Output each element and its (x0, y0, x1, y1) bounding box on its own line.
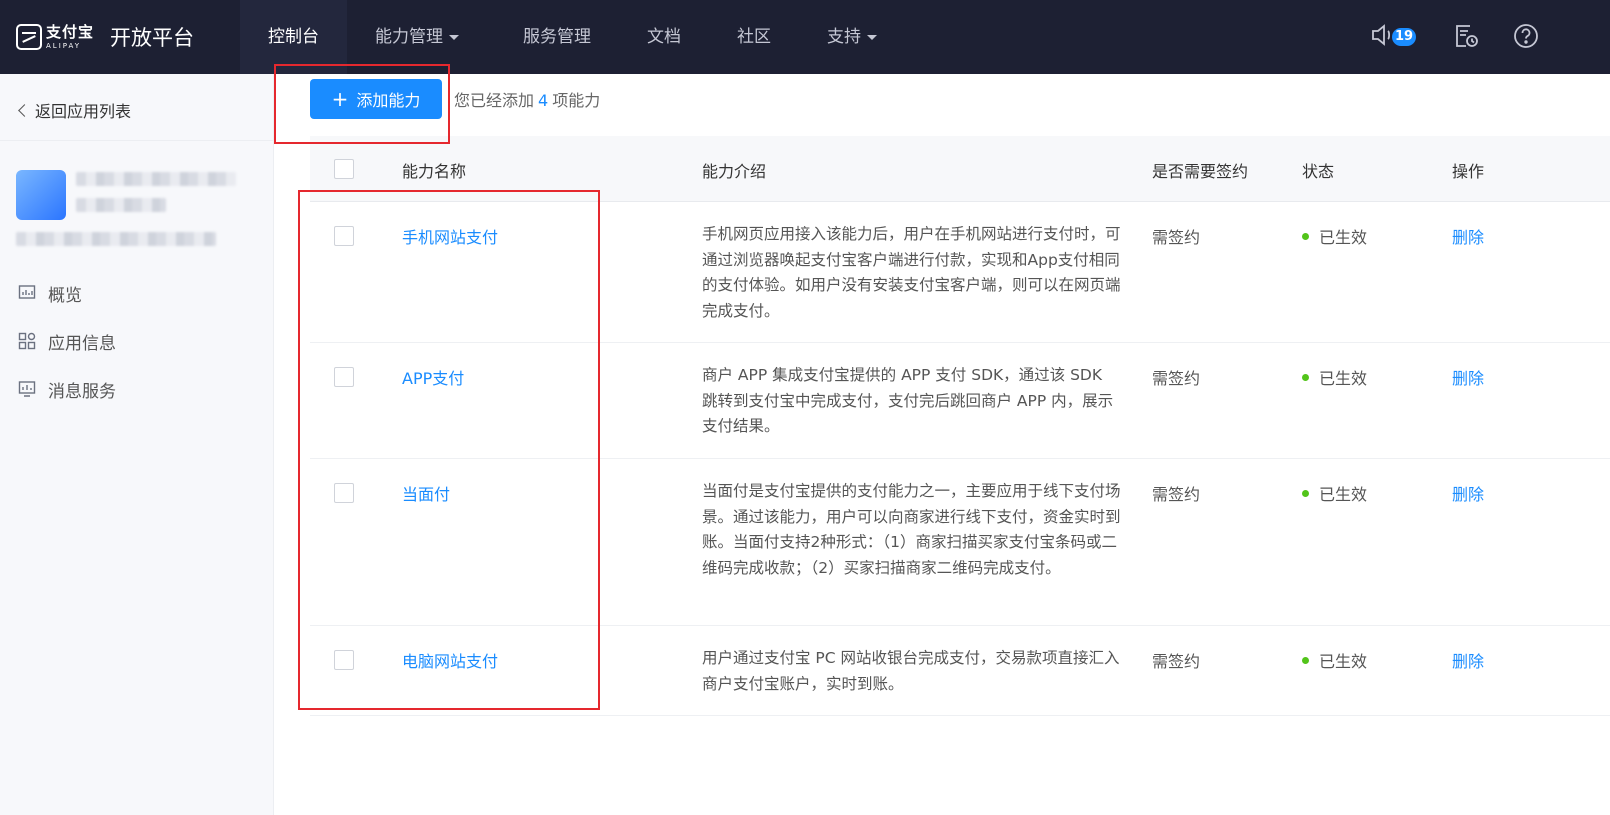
status-badge: 已生效 (1302, 648, 1367, 672)
sidebar-item-message-service[interactable]: 消息服务 (18, 376, 116, 402)
platform-title: 开放平台 (110, 26, 195, 50)
top-navbar: 支付宝 ALIPAY 开放平台 控制台 能力管理 服务管理 文档 社区 支持 1… (0, 0, 1610, 74)
delete-link[interactable]: 删除 (1452, 224, 1484, 248)
main-content: + 添加能力 您已经添加 4 项能力 能力名称 能力介绍 是否需要签约 状态 操作 … (274, 64, 1610, 815)
nav-service-label: 服务管理 (523, 27, 591, 47)
nav-capability-management[interactable]: 能力管理 (347, 0, 487, 74)
capability-description: 当面付是支付宝提供的支付能力之一，主要应用于线下支付场景。通过该能力，用户可以向… (702, 482, 1121, 577)
todo-button[interactable] (1452, 22, 1482, 52)
document-clock-icon (1456, 25, 1478, 47)
status-badge: 已生效 (1302, 224, 1367, 248)
brand[interactable]: 支付宝 ALIPAY 开放平台 (16, 20, 194, 54)
sidebar-divider (0, 140, 274, 141)
app-type-redacted (76, 198, 166, 212)
brand-text: 支付宝 ALIPAY (46, 22, 95, 50)
chevron-left-icon (18, 103, 31, 117)
column-header-name: 能力名称 (402, 162, 467, 181)
delete-link[interactable]: 删除 (1452, 648, 1484, 672)
status-label: 已生效 (1319, 228, 1368, 247)
app-avatar (16, 170, 66, 220)
notification-badge: 19 (1392, 28, 1417, 46)
sidebar-menu: 概览 应用信息 消息服务 (18, 280, 116, 424)
column-header-op: 操作 (1452, 162, 1485, 181)
brand-name-cn: 支付宝 (46, 22, 95, 41)
added-capability-summary: 您已经添加 4 项能力 (454, 87, 600, 111)
nav-docs[interactable]: 文档 (619, 0, 709, 74)
nav-support[interactable]: 支持 (799, 0, 905, 74)
sidebar-item-label: 消息服务 (48, 381, 116, 402)
nav-console-label: 控制台 (268, 27, 319, 47)
capability-description: 商户 APP 集成支付宝提供的 APP 支付 SDK，通过该 SDK 跳转到支付… (702, 366, 1114, 435)
status-dot-icon (1302, 656, 1309, 664)
nav-service-management[interactable]: 服务管理 (487, 0, 619, 74)
chart-icon (18, 285, 36, 299)
highlight-box-capability-names (298, 190, 600, 710)
column-header-sign: 是否需要签约 (1152, 162, 1249, 181)
main-nav: 控制台 能力管理 服务管理 文档 社区 支持 (240, 0, 905, 74)
brand-name-en: ALIPAY (46, 41, 82, 50)
nav-capability-label: 能力管理 (375, 27, 443, 47)
status-label: 已生效 (1319, 485, 1368, 504)
sidebar-item-overview[interactable]: 概览 (18, 280, 116, 306)
status-label: 已生效 (1319, 652, 1368, 671)
sidebar: 返回应用列表 概览 应用信息 消息服务 (0, 74, 274, 815)
select-all-checkbox[interactable] (334, 159, 354, 179)
summary-prefix: 您已经添加 (454, 91, 535, 110)
alipay-logo-icon (16, 24, 42, 50)
status-dot-icon (1302, 489, 1309, 497)
help-icon (1514, 24, 1538, 48)
delete-link[interactable]: 删除 (1452, 365, 1484, 389)
summary-suffix: 项能力 (552, 91, 601, 110)
nav-community[interactable]: 社区 (709, 0, 799, 74)
capability-description: 手机网页应用接入该能力后，用户在手机网站进行支付时，可通过浏览器唤起支付宝客户端… (702, 225, 1121, 320)
back-link-label: 返回应用列表 (35, 102, 132, 121)
app-id-redacted (16, 232, 216, 246)
sign-required: 需签约 (1152, 485, 1201, 504)
caret-down-icon (449, 34, 459, 40)
status-dot-icon (1302, 373, 1309, 381)
sidebar-item-app-info[interactable]: 应用信息 (18, 328, 116, 354)
summary-count: 4 (538, 91, 549, 110)
sidebar-item-label: 应用信息 (48, 333, 116, 354)
status-badge: 已生效 (1302, 365, 1367, 389)
status-label: 已生效 (1319, 369, 1368, 388)
column-header-status: 状态 (1302, 162, 1335, 181)
nav-support-label: 支持 (827, 27, 861, 47)
nav-community-label: 社区 (737, 27, 771, 47)
sign-required: 需签约 (1152, 652, 1201, 671)
app-info-card (16, 170, 256, 256)
nav-console[interactable]: 控制台 (240, 0, 347, 74)
nav-docs-label: 文档 (647, 27, 681, 47)
sign-required: 需签约 (1152, 369, 1201, 388)
announcement-button[interactable]: 19 (1370, 22, 1417, 52)
capability-description: 用户通过支付宝 PC 网站收银台完成支付，交易款项直接汇入商户支付宝账户，实时到… (702, 649, 1120, 693)
back-to-app-list-link[interactable]: 返回应用列表 (18, 98, 132, 122)
app-name-redacted (76, 172, 236, 186)
highlight-box-add-button (274, 64, 450, 144)
caret-down-icon (867, 34, 877, 40)
sign-required: 需签约 (1152, 228, 1201, 247)
sidebar-item-label: 概览 (48, 285, 82, 306)
status-badge: 已生效 (1302, 481, 1367, 505)
column-header-intro: 能力介绍 (702, 162, 767, 181)
help-button[interactable] (1512, 22, 1542, 52)
grid-icon (18, 332, 36, 350)
status-dot-icon (1302, 232, 1309, 240)
message-chart-icon (18, 381, 36, 397)
delete-link[interactable]: 删除 (1452, 481, 1484, 505)
